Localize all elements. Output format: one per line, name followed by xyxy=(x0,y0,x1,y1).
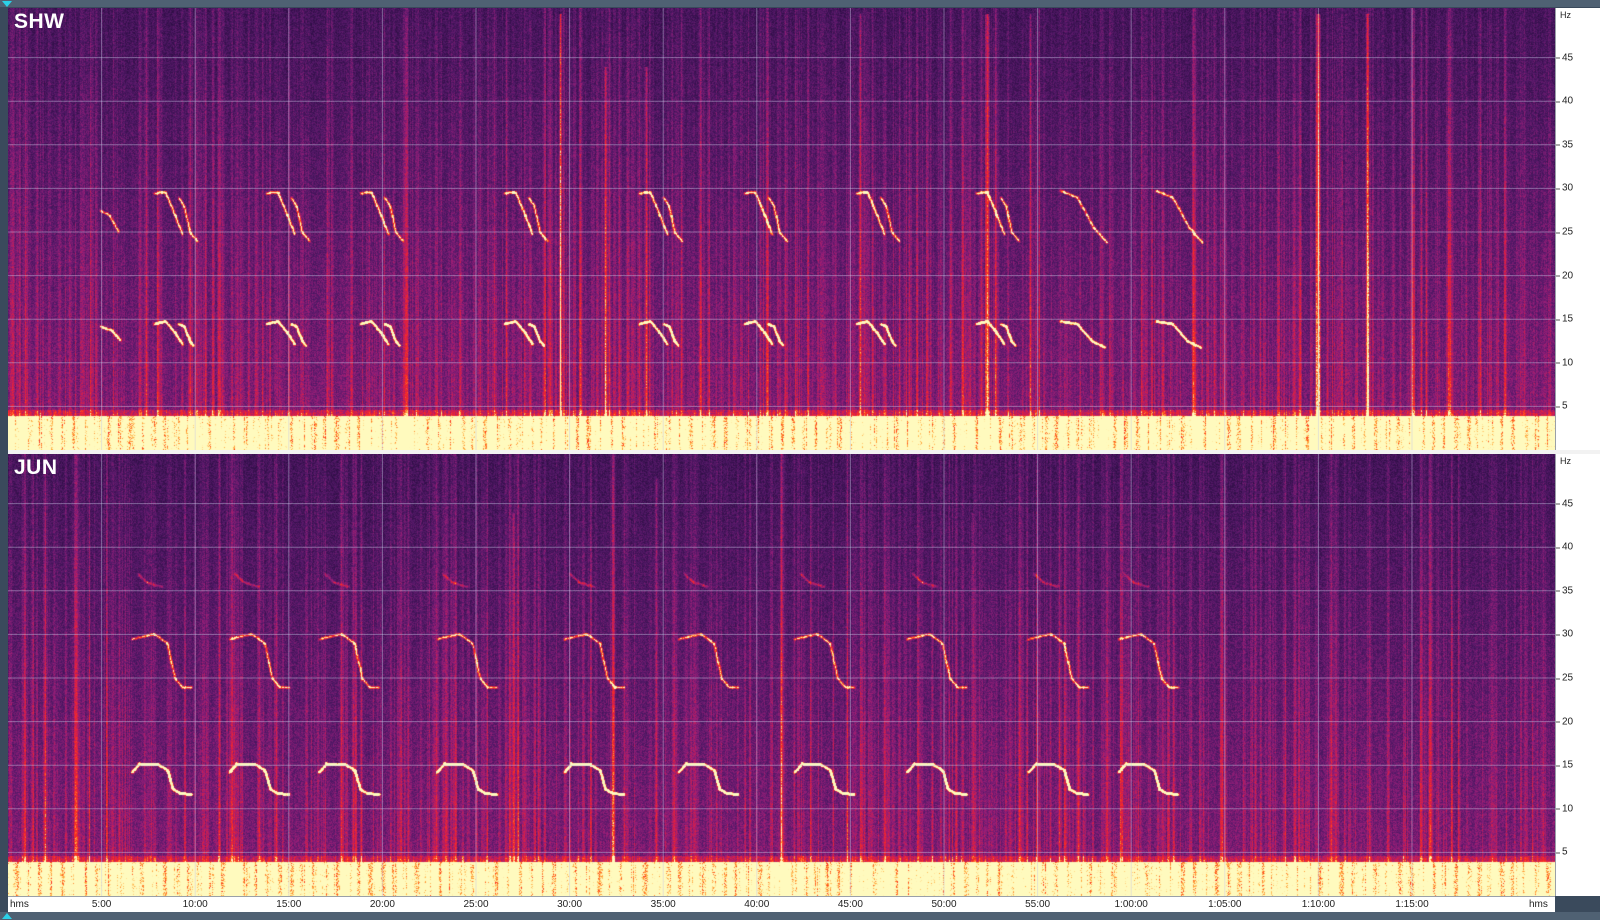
time-tick-label: 1:10:00 xyxy=(1301,899,1336,910)
freq-tick-label: 35 xyxy=(1555,585,1574,597)
end-marker-icon[interactable] xyxy=(2,913,12,919)
time-tick-label: 55:00 xyxy=(1025,899,1051,910)
freq-tick-label: 20 xyxy=(1555,716,1574,728)
top-border xyxy=(0,0,1600,7)
time-tick-label: 1:15:00 xyxy=(1395,899,1429,910)
time-unit-label-start: hms xyxy=(10,899,29,910)
freq-tick-label: 25 xyxy=(1555,672,1574,684)
grid-overlay-shw xyxy=(8,8,1555,450)
freq-tick-label: 10 xyxy=(1555,803,1574,815)
freq-unit-label: Hz xyxy=(1560,456,1571,466)
freq-tick-label: 45 xyxy=(1555,52,1574,64)
freq-tick-label: 15 xyxy=(1555,313,1574,325)
freq-tick-label: 15 xyxy=(1555,759,1574,771)
time-unit-label-end: hms xyxy=(1529,899,1548,910)
freq-unit-label: Hz xyxy=(1560,10,1571,20)
time-tick-label: 5:00 xyxy=(91,899,112,910)
freq-tick-label: 45 xyxy=(1555,498,1574,510)
spectrogram-pane-jun[interactable]: JUN xyxy=(8,454,1555,896)
freq-tick-label: 30 xyxy=(1555,182,1574,194)
time-tick-label: 45:00 xyxy=(837,899,863,910)
start-marker-icon[interactable] xyxy=(2,1,12,7)
time-tick-label: 1:00:00 xyxy=(1114,899,1148,910)
freq-tick-label: 40 xyxy=(1555,541,1574,553)
freq-tick-label: 5 xyxy=(1556,400,1568,412)
spectrogram-pane-shw[interactable]: SHW xyxy=(8,8,1555,450)
freq-tick-label: 40 xyxy=(1555,95,1574,107)
grid-overlay-jun xyxy=(8,454,1555,896)
time-tick-label: 50:00 xyxy=(931,899,957,910)
time-tick-label: 25:00 xyxy=(463,899,489,910)
time-tick-label: 20:00 xyxy=(369,899,395,910)
frequency-axis-jun: Hz 5 10 15 20 25 30 35 40 45 xyxy=(1555,454,1600,896)
freq-tick-label: 10 xyxy=(1555,357,1574,369)
spectrogram-viewer: SHW Hz 5 10 15 20 25 30 35 40 45 JUN Hz 5 10 15 20 25 3… xyxy=(0,0,1600,920)
time-tick-label: 10:00 xyxy=(182,899,208,910)
time-tick-label: 15:00 xyxy=(276,899,302,910)
time-axis: hms hms 5:00 10:00 15:00 20:00 25:00 30:00 35:00… xyxy=(8,896,1555,913)
time-tick-label: 40:00 xyxy=(744,899,770,910)
freq-tick-label: 5 xyxy=(1556,846,1568,858)
station-label-jun: JUN xyxy=(14,456,58,479)
freq-tick-label: 30 xyxy=(1555,628,1574,640)
station-label-shw: SHW xyxy=(14,10,65,33)
time-tick-label: 35:00 xyxy=(650,899,676,910)
freq-tick-label: 35 xyxy=(1555,139,1574,151)
bottom-border xyxy=(0,912,1600,920)
freq-tick-label: 20 xyxy=(1555,270,1574,282)
time-tick-label: 30:00 xyxy=(557,899,583,910)
time-tick-label: 1:05:00 xyxy=(1208,899,1242,910)
freq-tick-label: 25 xyxy=(1555,226,1574,238)
frequency-axis-shw: Hz 5 10 15 20 25 30 35 40 45 xyxy=(1555,8,1600,450)
